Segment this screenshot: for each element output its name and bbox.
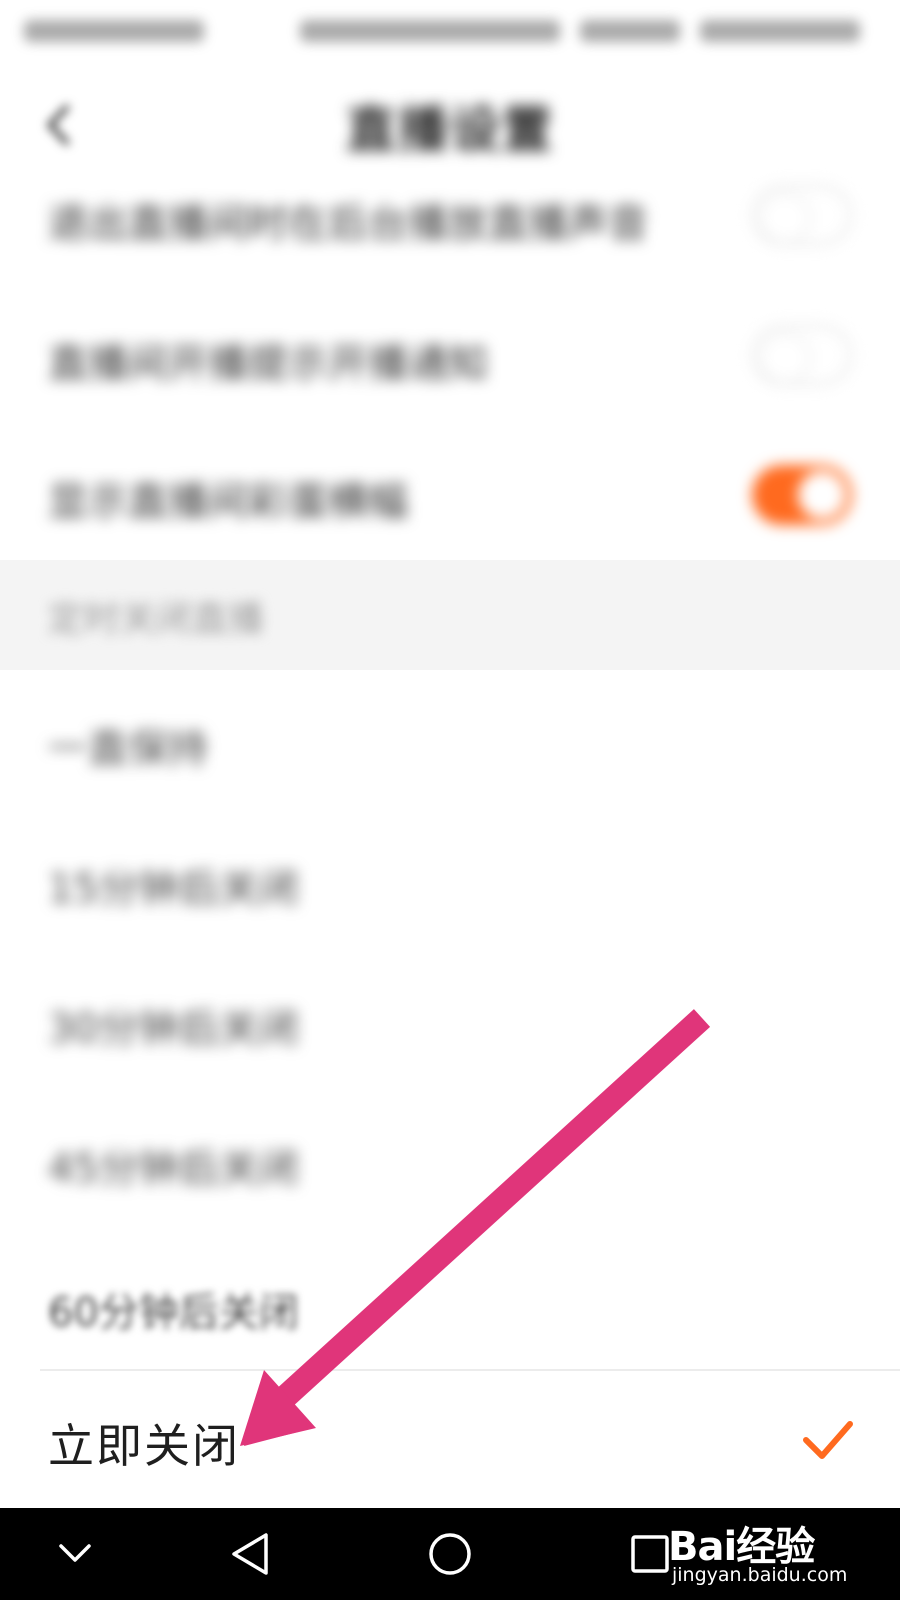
status-bar bbox=[0, 0, 900, 62]
timer-option-close-now[interactable]: 立即关闭 bbox=[0, 1372, 900, 1508]
divider bbox=[40, 1369, 900, 1371]
live-notification-switch[interactable] bbox=[752, 325, 852, 385]
timer-option-60[interactable]: 60分钟后关闭 bbox=[0, 1230, 900, 1369]
section-label: 定时关闭直播 bbox=[48, 599, 265, 640]
check-icon bbox=[800, 1412, 856, 1468]
timer-option-keep[interactable]: 一直保持 bbox=[0, 670, 900, 810]
banner-switch[interactable] bbox=[752, 465, 852, 525]
timer-option-15[interactable]: 15分钟后关闭 bbox=[0, 810, 900, 950]
nav-back-button[interactable] bbox=[190, 1508, 310, 1600]
option-label: 立即关闭 bbox=[48, 1419, 240, 1473]
timer-option-45[interactable]: 45分钟后关闭 bbox=[0, 1090, 900, 1230]
baidu-watermark: Bai经验 jingyan.baidu.com bbox=[668, 1508, 858, 1600]
nav-collapse-icon bbox=[59, 1544, 91, 1562]
toggle-label: 退出直播间时在后台播放直播声音 bbox=[48, 201, 648, 247]
nav-back-icon bbox=[232, 1533, 268, 1575]
nav-recents-icon bbox=[631, 1535, 669, 1573]
background-audio-switch[interactable] bbox=[752, 185, 852, 245]
toggle-label: 显示直播间彩蛋横幅 bbox=[48, 479, 408, 525]
toggle-row-banner[interactable]: 显示直播间彩蛋横幅 bbox=[0, 425, 900, 560]
nav-home-icon bbox=[429, 1533, 471, 1575]
option-label: 60分钟后关闭 bbox=[48, 1290, 299, 1336]
timer-option-30[interactable]: 30分钟后关闭 bbox=[0, 950, 900, 1090]
nav-collapse-button[interactable] bbox=[15, 1508, 135, 1600]
option-label: 45分钟后关闭 bbox=[48, 1146, 299, 1192]
section-header: 定时关闭直播 bbox=[0, 560, 900, 670]
watermark-url: jingyan.baidu.com bbox=[672, 1564, 848, 1586]
option-label: 15分钟后关闭 bbox=[48, 866, 299, 912]
toggle-row-live-notification[interactable]: 直播间开播提示开播通知 bbox=[0, 285, 900, 425]
option-label: 30分钟后关闭 bbox=[48, 1006, 299, 1052]
toggle-label: 直播间开播提示开播通知 bbox=[48, 341, 488, 387]
option-label: 一直保持 bbox=[48, 726, 208, 772]
nav-home-button[interactable] bbox=[390, 1508, 510, 1600]
toggle-row-background-audio[interactable]: 退出直播间时在后台播放直播声音 bbox=[0, 145, 900, 285]
